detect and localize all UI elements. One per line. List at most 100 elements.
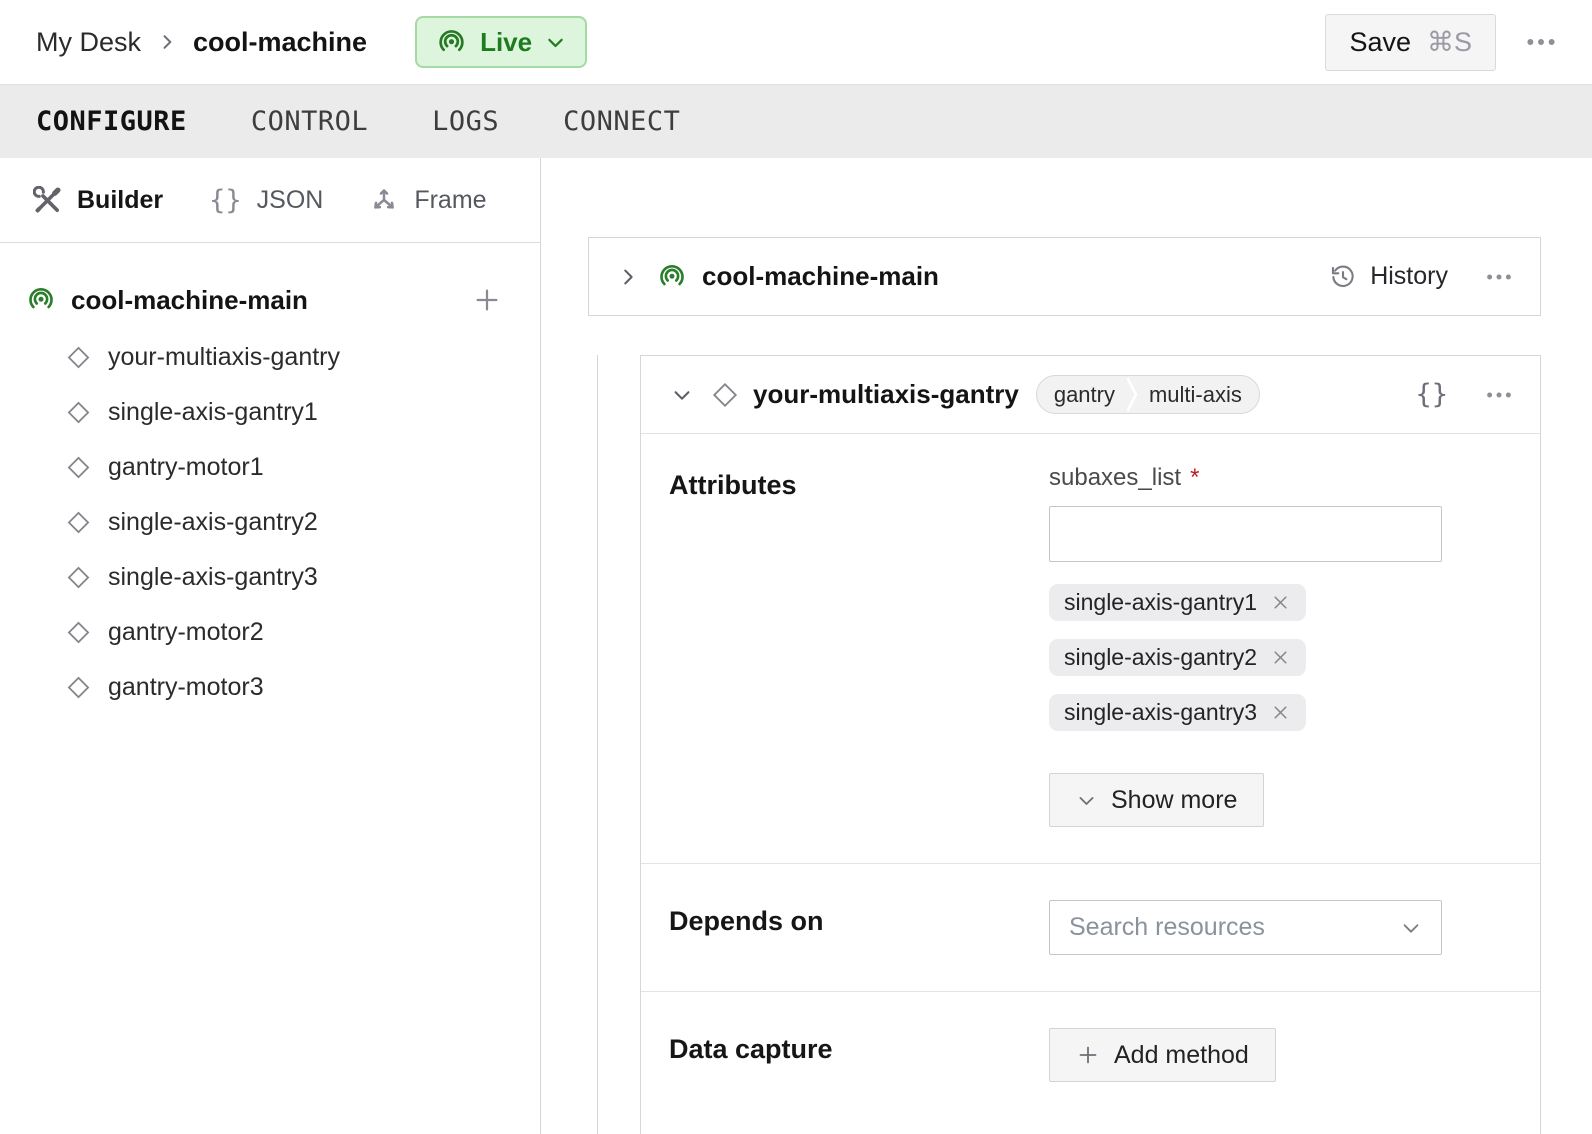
field-name: subaxes_list: [1049, 464, 1181, 492]
component-diamond-icon: [66, 455, 91, 480]
tag-multi-axis: multi-axis: [1139, 376, 1259, 413]
chip-label: single-axis-gantry2: [1064, 644, 1257, 671]
live-label: Live: [480, 27, 532, 58]
tab-configure[interactable]: CONFIGURE: [36, 106, 187, 137]
more-options-button[interactable]: [1484, 380, 1514, 410]
component-config-card: your-multiaxis-gantry gantry multi-axis …: [640, 355, 1541, 1134]
breadcrumb-current: cool-machine: [193, 27, 367, 58]
chip-label: single-axis-gantry1: [1064, 589, 1257, 616]
add-component-button[interactable]: [472, 285, 502, 315]
ellipsis-icon: [1484, 380, 1514, 410]
tree-item-label: single-axis-gantry2: [108, 508, 318, 537]
component-diamond-icon: [66, 565, 91, 590]
component-title: your-multiaxis-gantry: [753, 379, 1019, 410]
mode-json[interactable]: {} JSON: [209, 185, 323, 216]
config-main-panel: cool-machine-main History: [541, 158, 1592, 1134]
chevron-down-icon: [1076, 790, 1097, 811]
chevron-down-icon: [1400, 917, 1422, 939]
live-status-badge[interactable]: Live: [415, 16, 587, 68]
tree-root-machine[interactable]: cool-machine-main: [0, 270, 540, 330]
top-header: My Desk cool-machine Live Save ⌘S: [0, 0, 1592, 84]
broadcast-icon: [436, 27, 467, 58]
remove-chip-button[interactable]: [1270, 702, 1291, 723]
chip-single-axis-gantry2: single-axis-gantry2: [1049, 639, 1306, 676]
chevron-down-icon: [545, 32, 566, 53]
tab-connect[interactable]: CONNECT: [563, 106, 680, 137]
chip-label: single-axis-gantry3: [1064, 699, 1257, 726]
main-tabbar: CONFIGURE CONTROL LOGS CONNECT: [0, 84, 1592, 158]
view-mode-switcher: Builder {} JSON Frame: [0, 158, 540, 243]
show-more-button[interactable]: Show more: [1049, 773, 1264, 827]
tab-logs[interactable]: LOGS: [432, 106, 499, 137]
tab-control[interactable]: CONTROL: [251, 106, 368, 137]
depends-on-fields: Search resources: [1049, 900, 1442, 955]
json-braces-button[interactable]: {}: [1415, 379, 1448, 410]
required-marker: *: [1190, 464, 1199, 492]
component-card-header: your-multiaxis-gantry gantry multi-axis …: [641, 356, 1540, 434]
data-capture-fields: Add method: [1049, 1028, 1276, 1082]
collapse-chevron-down-icon[interactable]: [671, 384, 693, 406]
depends-on-section: Depends on Search resources: [641, 863, 1540, 991]
attributes-heading: Attributes: [669, 464, 1049, 827]
tree-item-single-axis-gantry3[interactable]: single-axis-gantry3: [0, 550, 540, 605]
attributes-fields: subaxes_list * single-axis-gantry1 singl…: [1049, 464, 1442, 827]
remove-chip-button[interactable]: [1270, 592, 1291, 613]
plus-icon: [1076, 1043, 1100, 1067]
tree-item-label: gantry-motor2: [108, 618, 264, 647]
chevron-right-icon: [157, 32, 177, 52]
save-label: Save: [1349, 27, 1411, 58]
tree-item-gantry-motor2[interactable]: gantry-motor2: [0, 605, 540, 660]
remove-chip-button[interactable]: [1270, 647, 1291, 668]
tree-item-label: gantry-motor3: [108, 673, 264, 702]
data-capture-heading: Data capture: [669, 1028, 1049, 1082]
expand-chevron-right-icon[interactable]: [617, 266, 639, 288]
data-capture-section: Data capture Add method: [641, 991, 1540, 1134]
history-clock-icon: [1329, 263, 1357, 291]
breadcrumb-parent-link[interactable]: My Desk: [36, 27, 141, 58]
mode-builder[interactable]: Builder: [33, 186, 163, 215]
component-diamond-icon: [66, 510, 91, 535]
history-label: History: [1370, 262, 1448, 291]
braces-icon: {}: [209, 185, 242, 216]
more-options-button[interactable]: [1524, 25, 1558, 59]
tree-item-gantry-motor3[interactable]: gantry-motor3: [0, 660, 540, 715]
save-shortcut: ⌘S: [1427, 27, 1472, 58]
tag-gantry: gantry: [1037, 376, 1125, 413]
tree-item-single-axis-gantry2[interactable]: single-axis-gantry2: [0, 495, 540, 550]
add-method-label: Add method: [1114, 1041, 1249, 1070]
mode-builder-label: Builder: [77, 186, 163, 215]
component-diamond-icon: [66, 400, 91, 425]
subaxes-chip-list: single-axis-gantry1 single-axis-gantry2: [1049, 584, 1306, 731]
resource-tree: cool-machine-main your-multiaxis-gantry …: [0, 243, 540, 715]
tools-icon: [33, 186, 62, 215]
subaxes-list-input[interactable]: [1049, 506, 1442, 562]
save-button[interactable]: Save ⌘S: [1325, 14, 1496, 71]
chip-single-axis-gantry3: single-axis-gantry3: [1049, 694, 1306, 731]
mode-frame[interactable]: Frame: [369, 185, 486, 215]
plus-icon: [472, 285, 502, 315]
tree-item-single-axis-gantry1[interactable]: single-axis-gantry1: [0, 385, 540, 440]
component-diamond-icon: [711, 381, 739, 409]
component-diamond-icon: [66, 620, 91, 645]
history-button[interactable]: History: [1329, 262, 1448, 291]
more-options-button[interactable]: [1484, 262, 1514, 292]
add-method-button[interactable]: Add method: [1049, 1028, 1276, 1082]
machine-part-title: cool-machine-main: [702, 261, 939, 292]
subaxes-list-label: subaxes_list *: [1049, 464, 1199, 492]
tree-item-label: single-axis-gantry1: [108, 398, 318, 427]
connector-line: [597, 355, 598, 1134]
attributes-section: Attributes subaxes_list * single-axis-ga…: [641, 434, 1540, 863]
ellipsis-icon: [1484, 262, 1514, 292]
chip-single-axis-gantry1: single-axis-gantry1: [1049, 584, 1306, 621]
breadcrumb: My Desk cool-machine: [36, 27, 367, 58]
builder-sidebar: Builder {} JSON Frame: [0, 158, 541, 1134]
tree-item-your-multiaxis-gantry[interactable]: your-multiaxis-gantry: [0, 330, 540, 385]
machine-part-card: cool-machine-main History: [588, 237, 1541, 316]
tree-item-gantry-motor1[interactable]: gantry-motor1: [0, 440, 540, 495]
depends-on-heading: Depends on: [669, 900, 1049, 955]
tag-divider-chevron: [1125, 375, 1139, 414]
tree-item-label: your-multiaxis-gantry: [108, 343, 340, 372]
component-diamond-icon: [66, 345, 91, 370]
search-resources-select[interactable]: Search resources: [1049, 900, 1442, 955]
tree-item-label: single-axis-gantry3: [108, 563, 318, 592]
